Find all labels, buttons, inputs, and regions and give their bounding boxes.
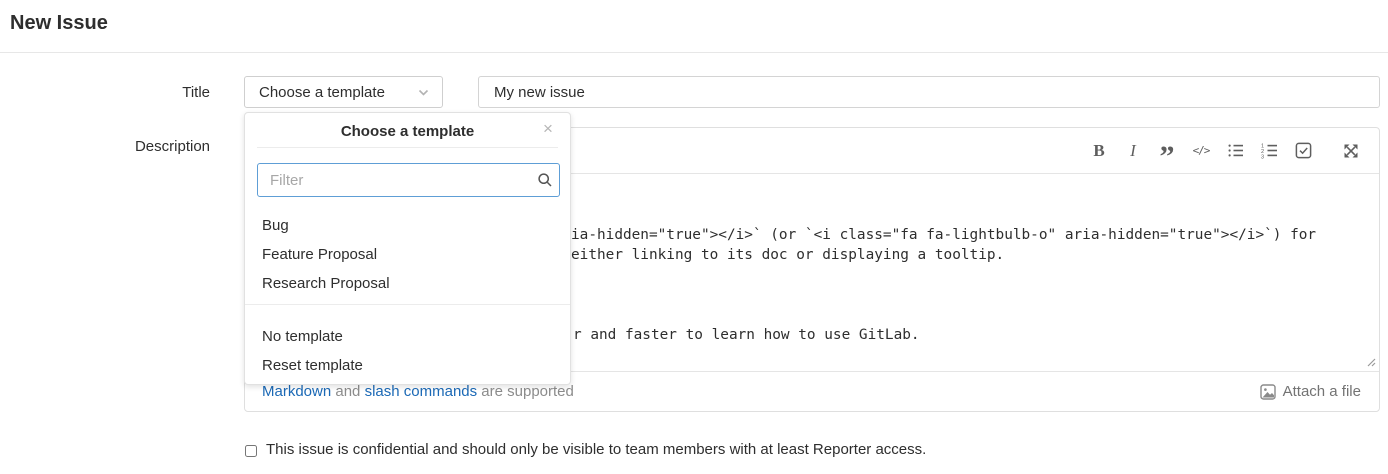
and-text: and [331,383,364,400]
task-list-icon[interactable] [1293,141,1313,161]
issue-title-input[interactable] [478,76,1380,108]
confidential-checkbox[interactable] [245,445,257,457]
resize-handle[interactable] [1365,356,1376,367]
supported-text: are supported [477,383,574,400]
template-dropdown-panel: Choose a template × Bug Feature Proposal… [244,112,571,385]
markdown-help-text: Markdown and slash commands are supporte… [262,383,574,400]
confidential-row: This issue is confidential and should on… [245,441,926,458]
dropdown-header-divider [257,147,558,148]
header-divider [0,52,1388,53]
template-filter-input[interactable] [257,163,560,197]
attach-file-button[interactable]: Attach a file [1260,383,1361,400]
attach-file-label: Attach a file [1283,383,1361,400]
svg-text:3: 3 [1261,155,1264,160]
description-label: Description [0,138,210,155]
template-option-no-template[interactable]: No template [245,322,570,351]
template-option-bug[interactable]: Bug [245,211,570,240]
bullet-list-icon[interactable] [1225,141,1245,161]
choose-template-button[interactable]: Choose a template [244,76,443,108]
close-icon[interactable]: × [540,121,556,137]
slash-commands-link[interactable]: slash commands [365,383,478,400]
template-option-feature-proposal[interactable]: Feature Proposal [245,240,570,269]
quote-icon[interactable]: ” [1157,141,1177,161]
confidential-label: This issue is confidential and should on… [266,441,926,458]
search-icon [537,172,553,188]
markdown-link[interactable]: Markdown [262,383,331,400]
italic-icon[interactable]: I [1123,141,1143,161]
code-icon[interactable]: </> [1191,141,1211,161]
chevron-down-icon [417,86,430,99]
dropdown-divider [245,304,570,305]
page-title: New Issue [10,12,108,35]
template-option-research-proposal[interactable]: Research Proposal [245,269,570,298]
textarea-text-line: ia-hidden="true"></i>` (or `<i class="fa… [571,225,1316,245]
textarea-text-line: either linking to its doc or displaying … [571,245,1004,265]
title-label: Title [0,84,210,101]
fullscreen-icon[interactable] [1341,141,1361,161]
choose-template-button-label: Choose a template [259,84,385,101]
template-option-reset-template[interactable]: Reset template [245,351,570,380]
attach-file-icon [1260,384,1276,400]
bold-icon[interactable]: B [1089,141,1109,161]
numbered-list-icon[interactable]: 1 2 3 [1259,141,1279,161]
dropdown-title: Choose a template [245,113,570,147]
textarea-text-line: r and faster to learn how to use GitLab. [573,325,920,345]
